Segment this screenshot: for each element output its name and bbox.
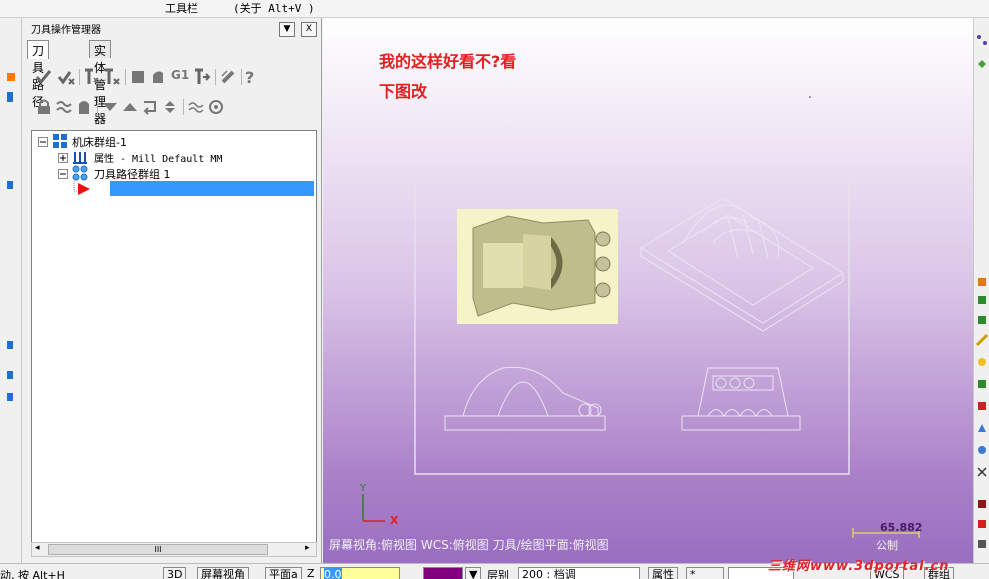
- tool-icon[interactable]: [976, 400, 988, 412]
- scroll-thumb[interactable]: III: [48, 544, 268, 555]
- toolpath-group-icon: [72, 165, 88, 181]
- screen-view-button[interactable]: 屏幕视角: [197, 567, 249, 579]
- tool-icon[interactable]: [976, 378, 988, 390]
- scale-unit: 公制: [876, 539, 898, 552]
- model-drawing: [362, 96, 920, 538]
- post-icon[interactable]: [193, 68, 211, 86]
- layer-label[interactable]: 层别: [487, 567, 509, 579]
- graphics-viewport[interactable]: 我的这样好看不?看 下图改 Y X 屏幕视角:俯视图 WCS:俯视图 刀具/绘图…: [323, 18, 973, 563]
- tool-icon[interactable]: [4, 338, 18, 352]
- regenerate-dirty-icon[interactable]: [103, 68, 121, 86]
- isometric-wireframe: [640, 197, 844, 332]
- tool-icon[interactable]: [4, 70, 18, 84]
- tree-item-machine-group[interactable]: 机床群组-1: [72, 134, 127, 150]
- panel-title: 刀具操作管理器: [31, 25, 101, 36]
- toolbar-about-hint: (关于 Alt+V ): [233, 2, 315, 15]
- collapse-icon[interactable]: [38, 137, 48, 147]
- toolpath-toolbar-row-1: G1 ?: [29, 66, 315, 88]
- tool-icon[interactable]: [976, 294, 988, 306]
- tree-item-properties[interactable]: 属性 - Mill Default MM: [94, 150, 222, 165]
- view-status-text: 屏幕视角:俯视图 WCS:俯视图 刀具/绘图平面:俯视图: [329, 538, 609, 552]
- right-toolbar-strip: [973, 18, 989, 563]
- tool-icon[interactable]: [4, 90, 18, 104]
- tool-icon[interactable]: [976, 538, 988, 550]
- tool-icon[interactable]: [976, 466, 988, 478]
- sort-icon[interactable]: [161, 98, 179, 116]
- scale-value: 65.882: [880, 521, 923, 534]
- front-view-wireframe: [444, 366, 606, 431]
- scroll-left-icon[interactable]: ◂: [35, 543, 40, 553]
- color-dropdown-icon[interactable]: ▼: [465, 567, 481, 579]
- z-depth-field[interactable]: 0.0: [320, 567, 400, 579]
- regenerate-icon[interactable]: [83, 68, 101, 86]
- toolbar-label: 工具栏: [165, 2, 198, 15]
- single-toolpath-icon[interactable]: [187, 98, 205, 116]
- z-label: Z: [307, 567, 315, 579]
- toolpath-tree: 机床群组-1 属性 - Mill Default MM 刀具路径群组 1: [31, 130, 317, 543]
- top-toolbar: 工具栏 (关于 Alt+V ): [0, 0, 989, 18]
- toggle-display-icon[interactable]: [55, 98, 73, 116]
- lock-icon[interactable]: [35, 98, 53, 116]
- tool-icon[interactable]: [976, 498, 988, 510]
- selected-insert-row[interactable]: [110, 181, 314, 196]
- tool-icon[interactable]: [976, 334, 988, 346]
- color-swatch[interactable]: [423, 567, 463, 579]
- 3d-button[interactable]: 3D: [163, 567, 187, 579]
- properties-icon: [73, 152, 87, 164]
- expand-icon[interactable]: [58, 153, 68, 163]
- tool-icon[interactable]: [4, 390, 18, 404]
- panel-close-button[interactable]: X: [301, 22, 317, 37]
- insert-arrow-icon[interactable]: [141, 98, 159, 116]
- select-failed-icon[interactable]: [57, 68, 75, 86]
- scroll-right-icon[interactable]: ▸: [305, 543, 310, 553]
- backplot-icon[interactable]: [129, 68, 147, 86]
- left-toolbar-strip: [0, 18, 22, 563]
- tool-icon[interactable]: [976, 314, 988, 326]
- machine-group-icon: [53, 134, 67, 148]
- insert-arrow-icon: [73, 181, 90, 195]
- select-all-icon[interactable]: [35, 68, 53, 86]
- high-speed-icon[interactable]: [219, 68, 237, 86]
- axis-triad: [362, 494, 385, 522]
- gear-icon[interactable]: [207, 98, 225, 116]
- toolpath-toolbar-row-2: [29, 96, 315, 118]
- tool-icon[interactable]: [976, 518, 988, 530]
- side-view-wireframe: [681, 367, 801, 431]
- tab-solids[interactable]: 实体管理器: [89, 40, 112, 126]
- tab-toolpaths[interactable]: 刀具路径: [27, 40, 50, 109]
- verify-icon[interactable]: [149, 68, 167, 86]
- move-up-icon[interactable]: [121, 98, 139, 116]
- axis-y-label: Y: [360, 483, 367, 494]
- tree-horizontal-scrollbar[interactable]: ◂ III ▸: [31, 542, 317, 557]
- tool-icon[interactable]: [976, 58, 988, 70]
- axis-x-label: X: [390, 514, 399, 527]
- tool-icon[interactable]: [4, 178, 18, 192]
- collapse-icon[interactable]: [58, 169, 68, 179]
- point-style-select[interactable]: *: [686, 567, 724, 579]
- tool-icon[interactable]: [976, 422, 988, 434]
- toolpath-manager-panel: 刀具操作管理器 ▼ X 刀具路径 实体管理器 G1 ? 机床群组-1 属性 - …: [23, 18, 322, 563]
- toggle-post-icon[interactable]: [75, 98, 93, 116]
- tool-icon[interactable]: [976, 276, 988, 288]
- panel-title-bar: 刀具操作管理器 ▼ X: [27, 20, 319, 37]
- tool-icon[interactable]: [4, 368, 18, 382]
- shaded-part-image: [457, 209, 618, 324]
- move-down-icon[interactable]: [101, 98, 119, 116]
- g1-icon[interactable]: G1: [171, 68, 189, 86]
- tool-icon[interactable]: [976, 444, 988, 456]
- tree-item-toolpath-group[interactable]: 刀具路径群组 1: [94, 166, 171, 182]
- tool-icon[interactable]: [976, 356, 988, 368]
- status-hint: 动, 按 Alt+H: [0, 569, 65, 579]
- panel-pin-button[interactable]: ▼: [279, 22, 295, 37]
- plane-button[interactable]: 平面a: [265, 567, 302, 579]
- tool-icon[interactable]: [976, 34, 988, 46]
- site-watermark: 三维网www.3dportal.cn: [768, 559, 950, 574]
- attributes-button[interactable]: 属性: [648, 567, 678, 579]
- layer-select[interactable]: 200 : 档调: [518, 567, 640, 579]
- help-icon[interactable]: ?: [245, 68, 263, 87]
